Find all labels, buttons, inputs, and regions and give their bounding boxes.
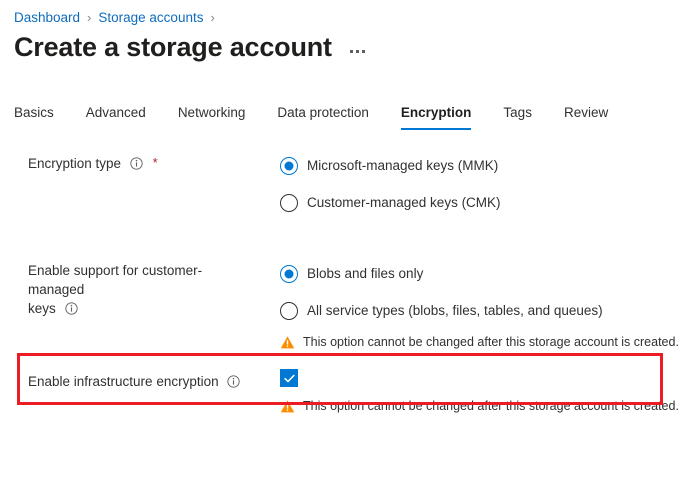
infrastructure-encryption-control: This option cannot be changed after this…	[252, 369, 685, 415]
ellipsis-icon[interactable]	[350, 50, 365, 53]
checkmark-icon	[283, 372, 296, 385]
encryption-type-label: Encryption type *	[0, 152, 252, 173]
infrastructure-encryption-warning: This option cannot be changed after this…	[280, 398, 685, 415]
cmk-support-warning: This option cannot be changed after this…	[280, 334, 685, 351]
radio-blobs-and-files-only[interactable]: Blobs and files only	[280, 260, 685, 288]
breadcrumb-item-dashboard[interactable]: Dashboard	[14, 9, 80, 27]
tab-bar: Basics Advanced Networking Data protecti…	[14, 104, 608, 130]
radio-label: Blobs and files only	[307, 265, 423, 283]
tab-basics[interactable]: Basics	[14, 104, 54, 130]
page-header: Create a storage account	[14, 30, 365, 64]
ellipsis-dot	[350, 50, 353, 53]
radio-all-service-types[interactable]: All service types (blobs, files, tables,…	[280, 297, 685, 325]
breadcrumb-separator-icon: ›	[87, 9, 91, 27]
radio-indicator	[280, 157, 298, 175]
encryption-type-label-text: Encryption type	[28, 156, 121, 171]
breadcrumb-item-storage-accounts[interactable]: Storage accounts	[98, 9, 203, 27]
warning-triangle-icon	[280, 399, 295, 414]
encryption-type-row: Encryption type * Microsoft-managed keys…	[0, 152, 685, 226]
tab-review[interactable]: Review	[564, 104, 608, 130]
warning-text: This option cannot be changed after this…	[303, 398, 679, 415]
warning-triangle-icon	[280, 335, 295, 350]
radio-indicator	[280, 265, 298, 283]
tab-data-protection[interactable]: Data protection	[277, 104, 369, 130]
page-title: Create a storage account	[14, 30, 332, 64]
radio-indicator	[280, 302, 298, 320]
infrastructure-encryption-label-text: Enable infrastructure encryption	[28, 374, 219, 389]
cmk-support-row: Enable support for customer-managed keys…	[0, 260, 685, 351]
cmk-support-label-line1: Enable support for customer-managed	[28, 263, 202, 297]
tab-networking[interactable]: Networking	[178, 104, 246, 130]
info-icon[interactable]	[227, 374, 240, 387]
radio-indicator	[280, 194, 298, 212]
encryption-form: Encryption type * Microsoft-managed keys…	[0, 152, 685, 415]
radio-customer-managed-keys[interactable]: Customer-managed keys (CMK)	[280, 189, 685, 217]
radio-label: All service types (blobs, files, tables,…	[307, 302, 603, 320]
tab-tags[interactable]: Tags	[503, 104, 532, 130]
tab-encryption[interactable]: Encryption	[401, 104, 472, 130]
ellipsis-dot	[356, 50, 359, 53]
breadcrumb: Dashboard › Storage accounts ›	[14, 9, 222, 27]
infrastructure-encryption-row: Enable infrastructure encryption	[0, 369, 685, 415]
radio-label: Customer-managed keys (CMK)	[307, 194, 501, 212]
tab-advanced[interactable]: Advanced	[86, 104, 146, 130]
info-icon[interactable]	[65, 301, 78, 314]
encryption-type-options: Microsoft-managed keys (MMK) Customer-ma…	[252, 152, 685, 226]
cmk-support-options: Blobs and files only All service types (…	[252, 260, 685, 351]
infrastructure-encryption-label: Enable infrastructure encryption	[0, 369, 252, 391]
radio-microsoft-managed-keys[interactable]: Microsoft-managed keys (MMK)	[280, 152, 685, 180]
ellipsis-dot	[362, 50, 365, 53]
breadcrumb-separator-icon: ›	[210, 9, 214, 27]
radio-label: Microsoft-managed keys (MMK)	[307, 157, 498, 175]
warning-text: This option cannot be changed after this…	[303, 334, 679, 351]
cmk-support-label-line2: keys	[28, 301, 56, 316]
cmk-support-label: Enable support for customer-managed keys	[0, 260, 252, 318]
info-icon[interactable]	[130, 156, 143, 169]
infrastructure-encryption-checkbox[interactable]	[280, 369, 298, 387]
required-asterisk: *	[153, 155, 158, 170]
